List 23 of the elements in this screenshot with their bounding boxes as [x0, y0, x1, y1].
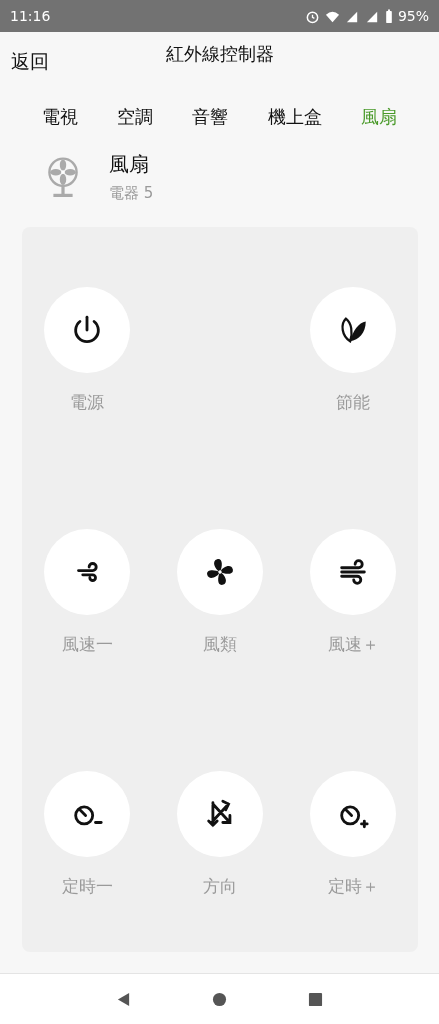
button-label: 方向: [203, 875, 237, 898]
button-label: 電源: [70, 391, 104, 414]
tab[interactable]: 空調: [113, 102, 158, 132]
button-label: 風速一: [61, 633, 113, 656]
battery-level: 95%: [397, 8, 429, 24]
device-subtitle: 電器 5: [109, 184, 154, 203]
device-name: 風扇: [109, 151, 150, 178]
status-time: 11:16: [10, 8, 51, 24]
back-icon[interactable]: [115, 991, 131, 1007]
recents-icon[interactable]: [308, 991, 324, 1007]
back-button[interactable]: 返回: [11, 49, 49, 75]
page-title: 紅外線控制器: [165, 42, 274, 66]
button-label: 風速＋: [327, 633, 379, 656]
fan-icon: [47, 155, 79, 199]
battery-icon: [384, 8, 393, 24]
button-label: 定時＋: [327, 875, 379, 898]
button-label: 定時一: [61, 875, 113, 898]
home-icon[interactable]: [212, 991, 227, 1007]
tab[interactable]: 電視: [37, 102, 82, 132]
button-label: 節能: [336, 391, 370, 414]
tab[interactable]: 音響: [188, 102, 233, 132]
button-label: 風類: [203, 633, 237, 656]
tab[interactable]: 機上盒: [263, 102, 326, 132]
